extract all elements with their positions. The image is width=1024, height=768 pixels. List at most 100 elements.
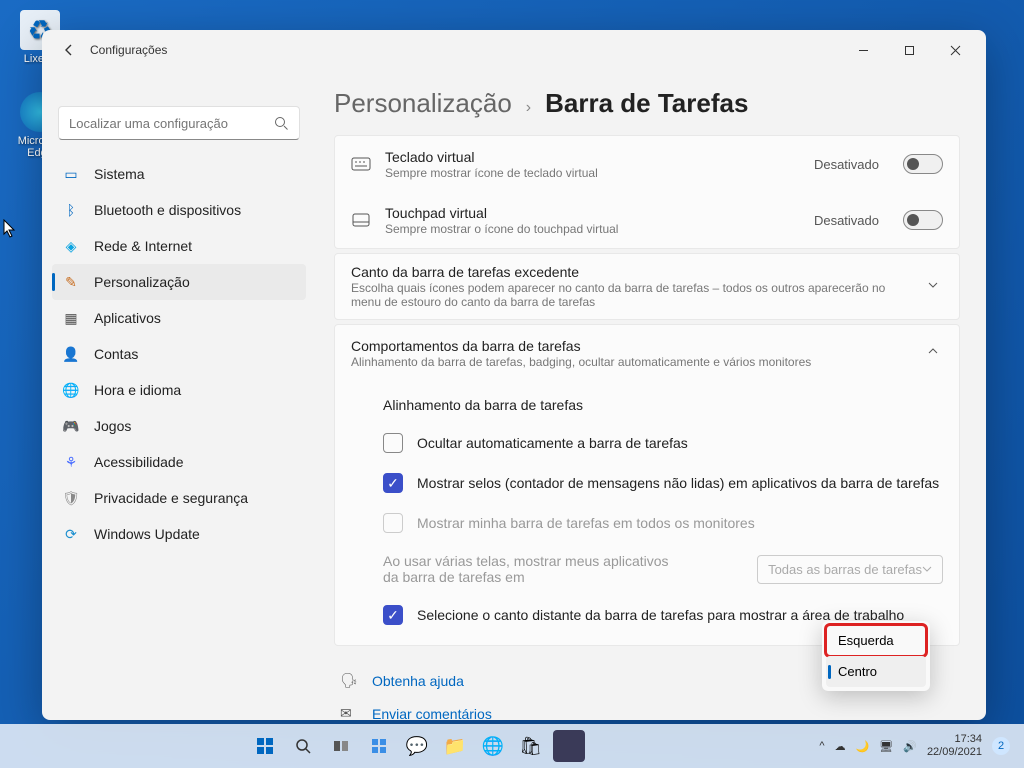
nav-label: Sistema: [94, 166, 145, 182]
nav-label: Acessibilidade: [94, 454, 184, 470]
checkbox-auto-hide[interactable]: [383, 433, 403, 453]
back-button[interactable]: [60, 41, 78, 59]
nav-label: Rede & Internet: [94, 238, 192, 254]
sidebar-item-sistema[interactable]: ▭ Sistema: [52, 156, 306, 192]
nav-icon: ▦: [62, 309, 80, 327]
nav-icon: 🌐: [62, 381, 80, 399]
opt-show-badges[interactable]: ✓ Mostrar selos (contador de mensagens n…: [335, 463, 959, 503]
row-taskbar-overflow[interactable]: Canto da barra de tarefas excedente Esco…: [335, 254, 959, 319]
row-subtitle: Alinhamento da barra de tarefas, badging…: [351, 355, 913, 369]
sidebar-item-privacidade-e-seguran-a[interactable]: 🛡 Privacidade e segurança: [52, 480, 306, 516]
window-title: Configurações: [90, 43, 167, 57]
tray-network-icon[interactable]: 🖥: [879, 740, 893, 753]
opt-label: Ao usar várias telas, mostrar meus aplic…: [383, 553, 683, 585]
dropdown-option-left[interactable]: Esquerda: [826, 625, 926, 656]
taskbar-search[interactable]: [287, 730, 319, 762]
mouse-cursor-icon: [3, 219, 17, 239]
toggle-virtual-keyboard[interactable]: [903, 154, 943, 174]
sidebar-item-aplicativos[interactable]: ▦ Aplicativos: [52, 300, 306, 336]
start-button[interactable]: [249, 730, 281, 762]
opt-all-monitors: Mostrar minha barra de tarefas em todos …: [335, 503, 959, 543]
chevron-down-icon: [927, 278, 943, 296]
taskbar-edge[interactable]: 🌐: [477, 730, 509, 762]
taskbar-taskview[interactable]: [325, 730, 357, 762]
row-title: Comportamentos da barra de tarefas: [351, 338, 913, 354]
row-virtual-keyboard: Teclado virtual Sempre mostrar ícone de …: [335, 136, 959, 192]
nav-label: Contas: [94, 346, 138, 362]
taskbar-widgets[interactable]: [363, 730, 395, 762]
dropdown-option-center[interactable]: Centro: [826, 656, 926, 687]
toggle-status: Desativado: [814, 157, 879, 172]
opt-taskbar-alignment: Alinhamento da barra de tarefas: [335, 387, 959, 423]
nav-icon: ⚘: [62, 453, 80, 471]
opt-label: Mostrar selos (contador de mensagens não…: [417, 475, 939, 491]
link-send-feedback[interactable]: ✉ Enviar comentários: [340, 697, 954, 720]
nav-label: Bluetooth e dispositivos: [94, 202, 241, 218]
taskbar-app[interactable]: [553, 730, 585, 762]
system-tray: ^ ☁ 🌙 🖥 🔊 17:34 22/09/2021 2: [819, 733, 1010, 759]
checkbox-show-badges[interactable]: ✓: [383, 473, 403, 493]
tray-meet-icon[interactable]: 🌙: [856, 740, 870, 753]
breadcrumb-personalization[interactable]: Personalização: [334, 88, 512, 119]
tray-volume-icon[interactable]: 🔊: [903, 740, 917, 753]
taskbar-chat[interactable]: 💬: [401, 730, 433, 762]
nav-label: Jogos: [94, 418, 131, 434]
search-box[interactable]: [58, 106, 300, 140]
help-icon: 🗣: [340, 672, 358, 689]
opt-label: Ocultar automaticamente a barra de taref…: [417, 435, 688, 451]
nav-icon: 🛡: [62, 489, 80, 507]
tray-onedrive-icon[interactable]: ☁: [835, 740, 846, 753]
nav-label: Aplicativos: [94, 310, 161, 326]
checkbox-far-corner[interactable]: ✓: [383, 605, 403, 625]
breadcrumb: Personalização › Barra de Tarefas: [334, 88, 960, 119]
opt-label: Alinhamento da barra de tarefas: [383, 397, 583, 413]
row-title: Canto da barra de tarefas excedente: [351, 264, 913, 280]
opt-multi-screen: Ao usar várias telas, mostrar meus aplic…: [335, 543, 959, 595]
nav-icon: 👤: [62, 345, 80, 363]
nav-label: Hora e idioma: [94, 382, 181, 398]
search-input[interactable]: [69, 116, 274, 131]
sidebar: ▭ Sistema ᛒ Bluetooth e dispositivos ◈ Rede &…: [42, 70, 316, 720]
sidebar-item-personaliza-o[interactable]: ✎ Personalização: [52, 264, 306, 300]
minimize-button[interactable]: [840, 30, 886, 70]
close-button[interactable]: [932, 30, 978, 70]
sidebar-item-bluetooth-e-dispositivos[interactable]: ᛒ Bluetooth e dispositivos: [52, 192, 306, 228]
chevron-right-icon: ›: [526, 99, 531, 117]
nav-icon: ◈: [62, 237, 80, 255]
tray-notification-badge[interactable]: 2: [992, 737, 1010, 755]
sidebar-item-rede-internet[interactable]: ◈ Rede & Internet: [52, 228, 306, 264]
taskbar: 💬 📁 🌐 🛍 ^ ☁ 🌙 🖥 🔊 17:34 22/09/2021 2: [0, 724, 1024, 768]
toggle-virtual-touchpad[interactable]: [903, 210, 943, 230]
sidebar-item-acessibilidade[interactable]: ⚘ Acessibilidade: [52, 444, 306, 480]
sidebar-item-windows-update[interactable]: ⟳Windows Update: [52, 516, 306, 552]
chevron-down-icon: [922, 564, 932, 574]
keyboard-icon: [351, 154, 371, 174]
sidebar-item-contas[interactable]: 👤 Contas: [52, 336, 306, 372]
nav-label: Privacidade e segurança: [94, 490, 248, 506]
nav-label: Personalização: [94, 274, 190, 290]
dropdown-multi-screen: Todas as barras de tarefas: [757, 555, 943, 584]
nav-icon: ✎: [62, 273, 80, 291]
row-title: Teclado virtual: [385, 149, 800, 165]
touchpad-icon: [351, 210, 371, 230]
settings-window: Configurações ▭ Sistema ᛒ Bluetooth e dispo…: [42, 30, 986, 720]
toggle-status: Desativado: [814, 213, 879, 228]
tray-chevron-icon[interactable]: ^: [819, 740, 824, 752]
row-taskbar-behaviors[interactable]: Comportamentos da barra de tarefas Alinh…: [335, 325, 959, 381]
opt-auto-hide[interactable]: Ocultar automaticamente a barra de taref…: [335, 423, 959, 463]
row-subtitle: Sempre mostrar ícone de teclado virtual: [385, 166, 800, 180]
nav-icon: 🎮: [62, 417, 80, 435]
taskbar-explorer[interactable]: 📁: [439, 730, 471, 762]
maximize-button[interactable]: [886, 30, 932, 70]
breadcrumb-taskbar: Barra de Tarefas: [545, 88, 748, 119]
checkbox-all-monitors: [383, 513, 403, 533]
nav-label: Windows Update: [94, 526, 200, 542]
row-subtitle: Escolha quais ícones podem aparecer no c…: [351, 281, 913, 309]
sidebar-item-hora-e-idioma[interactable]: 🌐 Hora e idioma: [52, 372, 306, 408]
nav-icon: ᛒ: [62, 201, 80, 219]
taskbar-store[interactable]: 🛍: [515, 730, 547, 762]
chevron-up-icon: [927, 344, 943, 362]
nav-icon: ▭: [62, 165, 80, 183]
sidebar-item-jogos[interactable]: 🎮 Jogos: [52, 408, 306, 444]
tray-clock[interactable]: 17:34 22/09/2021: [927, 733, 982, 759]
